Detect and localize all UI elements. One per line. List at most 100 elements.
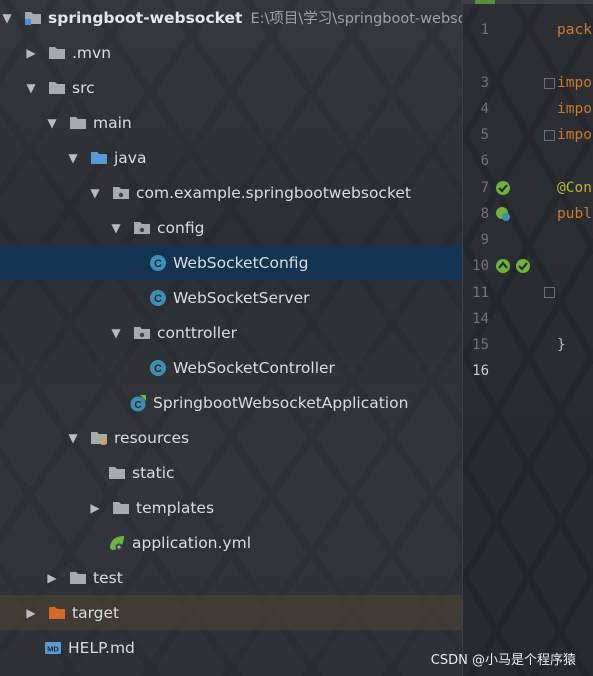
- tree-item-label: config: [157, 218, 205, 237]
- tree-item-label: static: [132, 463, 175, 482]
- svg-text:C: C: [134, 400, 141, 411]
- tree-item-label: WebSocketConfig: [173, 253, 309, 272]
- excluded-folder-icon: [48, 605, 66, 621]
- chevron-down-icon[interactable]: ▼: [88, 186, 102, 200]
- tree-item-label: application.yml: [132, 533, 252, 552]
- tree-item-label: templates: [136, 498, 215, 517]
- chevron-down-icon[interactable]: ▼: [66, 151, 80, 165]
- project-path: E:\项目\学习\springboot-websock: [250, 11, 462, 27]
- tree-item-label: conttroller: [157, 323, 238, 342]
- override-gutter-icon[interactable]: [495, 258, 511, 274]
- code-line-15[interactable]: }: [557, 335, 566, 355]
- tree-item-label: SpringbootWebsocketApplication: [153, 393, 409, 412]
- fold-marker-icon[interactable]: [544, 130, 555, 141]
- tree-item-label: com.example.springbootwebsocket: [136, 183, 411, 202]
- folder-icon: [48, 45, 66, 61]
- folder-icon: [48, 80, 66, 96]
- chevron-down-icon[interactable]: ▼: [109, 326, 123, 340]
- tree-item-label: resources: [114, 428, 190, 447]
- tree-item-test[interactable]: ▶ test: [0, 560, 462, 595]
- tree-item-target[interactable]: ▶ target: [0, 595, 462, 630]
- tree-item-label: WebSocketServer: [173, 288, 310, 307]
- line-number: 7: [480, 180, 489, 196]
- folder-icon: [112, 500, 130, 516]
- svg-text:C: C: [154, 363, 162, 375]
- spring-bean-gutter-icon[interactable]: [515, 258, 531, 274]
- spring-yml-icon: [108, 535, 126, 551]
- markdown-file-icon: MD: [44, 640, 62, 656]
- chevron-right-icon[interactable]: ▶: [45, 571, 59, 585]
- chevron-right-icon[interactable]: ▶: [24, 606, 38, 620]
- svg-text:C: C: [154, 293, 162, 305]
- project-tree-panel: ▼ springboot-websocket E:\项目\学习\springbo…: [0, 0, 462, 676]
- package-icon: [133, 325, 151, 341]
- chevron-right-icon[interactable]: ▶: [88, 501, 102, 515]
- line-number: 14: [472, 311, 489, 327]
- tree-item-label: HELP.md: [68, 638, 135, 657]
- tree-item-project-root[interactable]: ▼ springboot-websocket E:\项目\学习\springbo…: [0, 0, 462, 35]
- chevron-down-icon[interactable]: ▼: [24, 81, 38, 95]
- tree-item-main[interactable]: ▼ main: [0, 105, 462, 140]
- folder-icon: [69, 570, 87, 586]
- source-folder-icon: [90, 150, 108, 166]
- tree-item-label: .mvn: [72, 43, 112, 62]
- line-number: 6: [480, 153, 489, 169]
- tree-item-websocketserver[interactable]: C WebSocketServer: [0, 280, 462, 315]
- tree-item-resources[interactable]: ▼ resources: [0, 420, 462, 455]
- tree-item-label: main: [93, 113, 132, 132]
- resources-folder-icon: [90, 430, 108, 446]
- line-number: 3: [480, 75, 489, 91]
- chevron-down-icon[interactable]: ▼: [45, 116, 59, 130]
- spring-boot-app-icon: C: [129, 394, 147, 411]
- tree-item-package-root[interactable]: ▼ com.example.springbootwebsocket: [0, 175, 462, 210]
- project-name: springboot-websocket: [48, 8, 243, 27]
- chevron-right-icon[interactable]: ▶: [24, 46, 38, 60]
- line-number: 15: [472, 337, 489, 353]
- code-line-3[interactable]: impo: [557, 73, 592, 93]
- tree-item-config[interactable]: ▼ config: [0, 210, 462, 245]
- package-icon: [112, 185, 130, 201]
- line-number: 9: [480, 232, 489, 248]
- line-number: 5: [480, 127, 489, 143]
- line-number: 1: [480, 22, 489, 38]
- code-line-7[interactable]: @Con: [557, 178, 592, 198]
- chevron-down-icon[interactable]: ▼: [0, 11, 14, 25]
- tree-item-templates[interactable]: ▶ templates: [0, 490, 462, 525]
- csdn-watermark: CSDN @小马是个程序猿: [430, 653, 576, 668]
- svg-text:C: C: [154, 258, 162, 270]
- tree-item-springbootwebsocketapplication[interactable]: C SpringbootWebsocketApplication: [0, 385, 462, 420]
- fold-marker-icon[interactable]: [544, 287, 555, 298]
- code-editor[interactable]: 1 3 4 5 6 7 8 9 10 11 14 15 16 pack impo…: [462, 0, 593, 676]
- editor-tab-strip: [463, 0, 593, 4]
- tree-item-help-md[interactable]: MD HELP.md: [0, 630, 462, 665]
- code-line-8[interactable]: publ: [557, 204, 592, 224]
- tree-item-label: src: [72, 78, 95, 97]
- tree-item-java[interactable]: ▼ java: [0, 140, 462, 175]
- fold-marker-icon[interactable]: [544, 78, 555, 89]
- tree-item-label: test: [93, 568, 123, 587]
- folder-icon: [108, 465, 126, 481]
- tree-item-websocketcontroller[interactable]: C WebSocketController: [0, 350, 462, 385]
- tree-item-mvn[interactable]: ▶ .mvn: [0, 35, 462, 70]
- code-line-5[interactable]: impo: [557, 125, 592, 145]
- svg-text:MD: MD: [47, 644, 59, 653]
- code-line-4[interactable]: impo: [557, 99, 592, 119]
- code-line-1[interactable]: pack: [557, 20, 592, 40]
- module-folder-icon: [24, 10, 42, 26]
- tree-item-static[interactable]: static: [0, 455, 462, 490]
- tree-item-application-yml[interactable]: application.yml: [0, 525, 462, 560]
- chevron-down-icon[interactable]: ▼: [66, 431, 80, 445]
- line-number: 10: [472, 258, 489, 274]
- spring-bean-gutter-icon[interactable]: [495, 180, 511, 196]
- java-class-icon: C: [149, 289, 167, 306]
- tree-item-label: WebSocketController: [173, 358, 335, 377]
- line-number: 4: [480, 101, 489, 117]
- chevron-down-icon[interactable]: ▼: [109, 221, 123, 235]
- tree-item-conttroller[interactable]: ▼ conttroller: [0, 315, 462, 350]
- java-class-icon: C: [149, 359, 167, 376]
- tree-item-label: java: [114, 148, 147, 167]
- package-icon: [133, 220, 151, 236]
- tree-item-src[interactable]: ▼ src: [0, 70, 462, 105]
- spring-bean-navigate-icon[interactable]: [495, 206, 511, 222]
- tree-item-websocketconfig[interactable]: C WebSocketConfig: [0, 245, 462, 280]
